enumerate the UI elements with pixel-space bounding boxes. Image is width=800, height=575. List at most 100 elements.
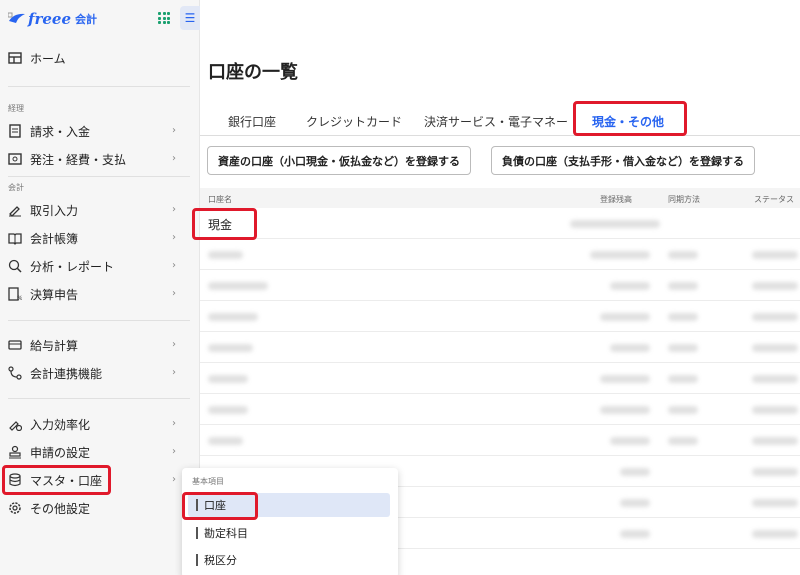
- tab-cash-other[interactable]: 現金・その他: [592, 113, 664, 130]
- chevron-right-icon: ›: [172, 288, 176, 299]
- redacted-value: [610, 437, 650, 445]
- sidebar-item-label: 取引入力: [30, 203, 79, 218]
- sidebar-item-home[interactable]: ホーム: [0, 45, 190, 71]
- chevron-right-icon: ›: [172, 446, 176, 457]
- redacted-value: [600, 406, 650, 414]
- svg-text:%: %: [17, 295, 22, 301]
- bird-logo-icon: [8, 12, 25, 23]
- sidebar-item-label: 会計帳簿: [30, 231, 79, 246]
- item-marker: [196, 499, 198, 511]
- chevron-right-icon: ›: [172, 339, 176, 350]
- redacted-value: [208, 437, 243, 445]
- link-icon: [8, 366, 22, 380]
- redacted-value: [208, 406, 248, 414]
- redacted-value: [668, 375, 698, 383]
- chevron-right-icon: ›: [172, 418, 176, 429]
- column-header-sync-method: 同期方法: [668, 195, 700, 204]
- sidebar-item-expense[interactable]: 発注・経費・支払 ›: [0, 146, 190, 172]
- table-row[interactable]: [200, 425, 800, 456]
- redacted-value: [600, 375, 650, 383]
- table-header: 口座名 登録残高 同期方法 ステータス: [200, 188, 800, 208]
- sidebar-item-label: マスタ・口座: [30, 473, 103, 488]
- sidebar-item-other-settings[interactable]: その他設定: [0, 495, 190, 521]
- chevron-right-icon: ›: [172, 367, 176, 378]
- sidebar-item-invoice[interactable]: 請求・入金 ›: [0, 118, 190, 144]
- sidebar-item-label: 分析・レポート: [30, 259, 115, 274]
- sidebar-item-label: 申請の設定: [30, 445, 91, 460]
- home-icon: [8, 51, 22, 65]
- item-marker: [196, 527, 198, 539]
- sidebar-item-integration[interactable]: 会計連携機能 ›: [0, 360, 190, 386]
- sidebar-item-analysis[interactable]: 分析・レポート ›: [0, 253, 190, 279]
- account-name-cash[interactable]: 現金: [208, 216, 232, 233]
- redacted-value: [668, 313, 698, 321]
- redacted-value: [208, 313, 258, 321]
- table-row[interactable]: [200, 301, 800, 332]
- sidebar-item-tax-return[interactable]: % 決算申告 ›: [0, 281, 190, 307]
- active-tab-indicator: [578, 133, 682, 136]
- chevron-right-icon: ›: [172, 232, 176, 243]
- redacted-value: [208, 344, 253, 352]
- sidebar-item-books[interactable]: 会計帳簿 ›: [0, 225, 190, 251]
- brand-name: freee: [28, 10, 71, 28]
- redacted-value: [208, 282, 268, 290]
- table-row[interactable]: [200, 363, 800, 394]
- table-row[interactable]: [200, 239, 800, 270]
- sidebar-item-label: 請求・入金: [30, 124, 91, 139]
- sidebar-item-payroll[interactable]: 給与計算 ›: [0, 332, 190, 358]
- chevron-right-icon: ›: [172, 260, 176, 271]
- collapse-sidebar-button[interactable]: ☰: [180, 6, 200, 30]
- tab-credit-card[interactable]: クレジットカード: [306, 113, 402, 130]
- efficiency-icon: [8, 417, 22, 431]
- redacted-value: [752, 468, 798, 476]
- sidebar-item-label: 決算申告: [30, 287, 79, 302]
- sidebar-item-master-account[interactable]: マスタ・口座 ›: [0, 467, 190, 493]
- section-label-books: 会計: [8, 183, 24, 192]
- sidebar-item-efficiency[interactable]: 入力効率化 ›: [0, 411, 190, 437]
- redacted-value: [752, 406, 798, 414]
- redacted-value: [610, 282, 650, 290]
- register-liability-account-button[interactable]: 負債の口座（支払手形・借入金など）を登録する: [491, 146, 755, 175]
- redacted-value: [590, 251, 650, 259]
- chevron-right-icon: ›: [172, 474, 176, 485]
- sidebar-item-label: その他設定: [30, 501, 91, 516]
- register-asset-account-button[interactable]: 資産の口座（小口現金・仮払金など）を登録する: [207, 146, 471, 175]
- tab-bank[interactable]: 銀行口座: [228, 113, 276, 130]
- sidebar-item-label: 入力効率化: [30, 417, 91, 432]
- column-header-account-name: 口座名: [208, 195, 232, 204]
- redacted-value: [752, 530, 798, 538]
- redacted-value: [668, 344, 698, 352]
- app-grid-icon[interactable]: [158, 12, 170, 24]
- redacted-value: [620, 530, 650, 538]
- page-title: 口座の一覧: [208, 62, 298, 83]
- tab-payment-service[interactable]: 決済サービス・電子マネー: [424, 113, 568, 130]
- tax-return-icon: %: [8, 287, 22, 301]
- approval-icon: [8, 445, 22, 459]
- invoice-icon: [8, 124, 22, 138]
- table-row[interactable]: [200, 270, 800, 301]
- freee-logo[interactable]: freee 会計: [8, 9, 97, 29]
- redacted-value: [208, 251, 243, 259]
- sidebar-item-label: 会計連携機能: [30, 366, 103, 381]
- logo-row: freee 会計 ☰: [0, 0, 200, 36]
- section-label-accounting: 経理: [8, 104, 24, 113]
- redacted-value: [752, 251, 798, 259]
- redacted-value: [668, 282, 698, 290]
- sidebar-item-label: 給与計算: [30, 338, 79, 353]
- redacted-value: [668, 437, 698, 445]
- table-row[interactable]: [200, 394, 800, 425]
- redacted-value: [208, 375, 248, 383]
- sidebar: freee 会計 ☰ ホーム 経理 請求・入金 › 発注・経費・支払 › 会計: [0, 0, 200, 575]
- sidebar-item-transaction[interactable]: 取引入力 ›: [0, 197, 190, 223]
- redacted-value: [752, 499, 798, 507]
- sidebar-item-approval[interactable]: 申請の設定 ›: [0, 439, 190, 465]
- table-row[interactable]: [200, 332, 800, 363]
- submenu-item-account-title[interactable]: 勘定科目: [188, 521, 390, 545]
- analysis-icon: [8, 259, 22, 273]
- submenu-item-tax-category[interactable]: 税区分: [188, 548, 390, 572]
- submenu-item-account[interactable]: 口座: [188, 493, 390, 517]
- expense-icon: [8, 152, 22, 166]
- master-account-submenu: 基本項目 口座 勘定科目 税区分: [182, 468, 398, 575]
- item-marker: [196, 554, 198, 566]
- table-row[interactable]: 現金: [200, 208, 800, 239]
